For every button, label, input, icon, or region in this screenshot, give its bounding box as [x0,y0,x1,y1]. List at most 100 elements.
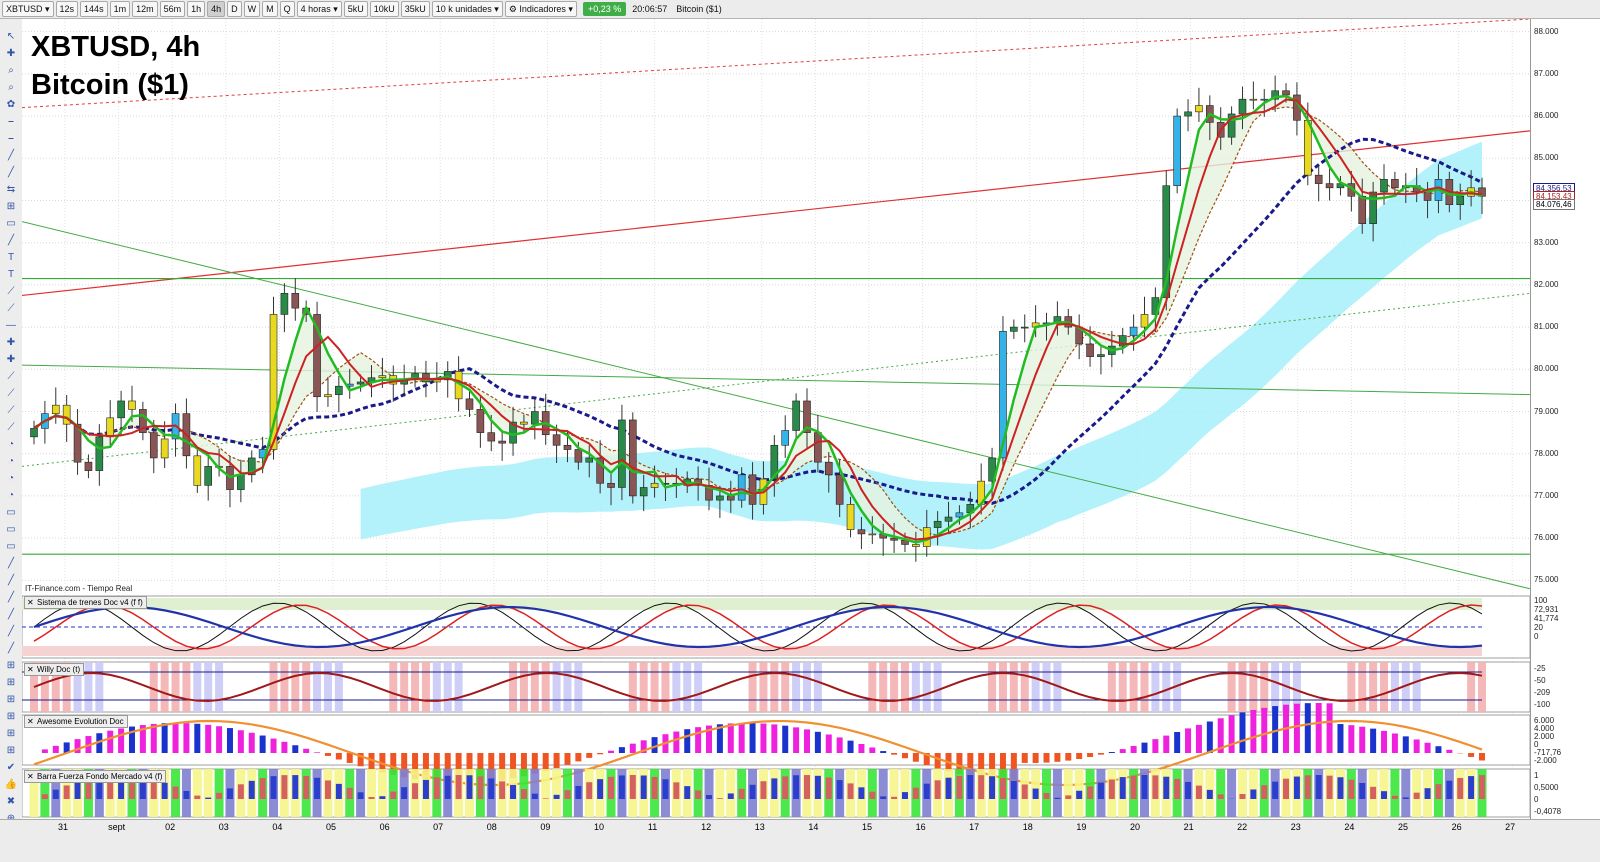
tool-icon-27[interactable]: ◔ [4,490,18,502]
tool-icon-15[interactable]: ⟋ [4,286,18,298]
tool-icon-44[interactable]: 👍 [4,779,18,791]
barra-bg [879,769,888,817]
barra-bar [1131,776,1137,799]
awesome-bar [913,753,919,762]
barra-bg [530,769,539,817]
tool-icon-35[interactable]: ╱ [4,626,18,638]
awesome-bar [118,728,124,753]
tool-icon-13[interactable]: T [4,252,18,264]
panel-title-awesome[interactable]: ✕Awesome Evolution Doc [24,715,128,728]
time-axis[interactable] [0,819,1600,862]
tool-icon-17[interactable]: — [4,320,18,332]
tool-icon-31[interactable]: ╱ [4,558,18,570]
timeframe-button-12s[interactable]: 12s [56,1,79,17]
panel-title-trenes[interactable]: ✕Sistema de trenes Doc v4 (f f) [24,596,147,609]
timeframe-button-1h[interactable]: 1h [187,1,205,17]
tool-icon-41[interactable]: ⊞ [4,728,18,740]
tick-button-10kU[interactable]: 10kU [370,1,399,17]
tool-icon-25[interactable]: ◔ [4,456,18,468]
tool-icon-0[interactable]: ↖ [4,31,18,43]
tool-icon-23[interactable]: ⟋ [4,422,18,434]
awesome-bar [336,753,342,760]
tool-icon-14[interactable]: T [4,269,18,281]
tool-icon-5[interactable]: ⎯ [4,116,18,128]
tool-icon-21[interactable]: ⟋ [4,388,18,400]
willy-bar [999,662,1007,712]
tool-icon-22[interactable]: ⟋ [4,405,18,417]
tool-icon-38[interactable]: ⊞ [4,677,18,689]
timeframe-button-D[interactable]: D [227,1,242,17]
awesome-bar [1468,753,1474,757]
barra-bar [216,793,222,799]
tool-icon-12[interactable]: ╱ [4,235,18,247]
willy-bar [302,662,310,712]
barra-bar [1250,789,1256,799]
units-select[interactable]: 10 k unidades ▾ [432,1,503,17]
panel-title-text: Awesome Evolution Doc [37,717,124,726]
tool-icon-37[interactable]: ⊞ [4,660,18,672]
awesome-bar [1392,733,1398,753]
tool-icon-33[interactable]: ╱ [4,592,18,604]
barra-bar [630,775,636,799]
tool-icon-4[interactable]: ✿ [4,99,18,111]
tool-icon-16[interactable]: ⟋ [4,303,18,315]
tool-icon-40[interactable]: ⊞ [4,711,18,723]
time-tick-label: 03 [219,822,229,832]
awesome-bar [238,730,244,753]
tool-icon-8[interactable]: ╱ [4,167,18,179]
tool-icon-43[interactable]: ✔ [4,762,18,774]
barra-bar [793,775,799,799]
willy-bar [1228,662,1236,712]
tool-icon-29[interactable]: ▭ [4,524,18,536]
tool-icon-9[interactable]: ⇆ [4,184,18,196]
period-select[interactable]: 4 horas ▾ [297,1,342,17]
panel-title-barra[interactable]: ✕Barra Fuerza Fondo Mercado v4 (f) [24,770,166,783]
barra-bar [499,781,505,799]
timeframe-button-Q[interactable]: Q [280,1,295,17]
tool-icon-24[interactable]: ◔ [4,439,18,451]
tick-button-35kU[interactable]: 35kU [401,1,430,17]
tool-icon-45[interactable]: ✖ [4,796,18,808]
symbol-select[interactable]: XBTUSD ▾ [2,1,54,17]
indicators-button[interactable]: ⚙ Indicadores ▾ [505,1,577,17]
tool-icon-6[interactable]: ⎯ [4,133,18,145]
timeframe-button-12m[interactable]: 12m [132,1,158,17]
tool-icon-34[interactable]: ╱ [4,609,18,621]
tool-icon-3[interactable]: ⌕ [4,82,18,94]
tool-icon-30[interactable]: ▭ [4,541,18,553]
barra-bar [1218,794,1224,799]
tool-icon-18[interactable]: ✚ [4,337,18,349]
tool-icon-2[interactable]: ⌕ [4,65,18,77]
timeframe-button-W[interactable]: W [244,1,261,17]
timeframe-button-M[interactable]: M [262,1,278,17]
tool-icon-1[interactable]: ✚ [4,48,18,60]
timeframe-button-144s[interactable]: 144s [80,1,108,17]
chart-plot-area[interactable] [22,19,1530,819]
tool-icon-26[interactable]: ◔ [4,473,18,485]
tool-icon-20[interactable]: ⟋ [4,371,18,383]
tool-icon-28[interactable]: ▭ [4,507,18,519]
price-axis[interactable] [1530,19,1600,819]
awesome-bar [771,724,777,753]
timeframe-button-1m[interactable]: 1m [110,1,131,17]
tick-button-5kU[interactable]: 5kU [344,1,368,17]
tool-icon-39[interactable]: ⊞ [4,694,18,706]
tool-icon-32[interactable]: ╱ [4,575,18,587]
tool-icon-7[interactable]: ╱ [4,150,18,162]
tool-icon-36[interactable]: ╱ [4,643,18,655]
awesome-bar [793,727,799,753]
awesome-bar [1261,708,1267,753]
tool-icon-11[interactable]: ▭ [4,218,18,230]
timeframe-button-56m[interactable]: 56m [160,1,186,17]
panel-title-willy[interactable]: ✕Willy Doc (t) [24,663,84,676]
tool-icon-19[interactable]: ✚ [4,354,18,366]
tool-icon-10[interactable]: ⊞ [4,201,18,213]
timeframe-button-4h[interactable]: 4h [207,1,225,17]
willy-bar [280,662,288,712]
candle-body [488,433,495,441]
candle-body [335,386,342,394]
barra-bar [445,776,451,799]
tool-icon-42[interactable]: ⊞ [4,745,18,757]
awesome-bar [1054,753,1060,762]
price-chart[interactable] [22,19,1530,819]
